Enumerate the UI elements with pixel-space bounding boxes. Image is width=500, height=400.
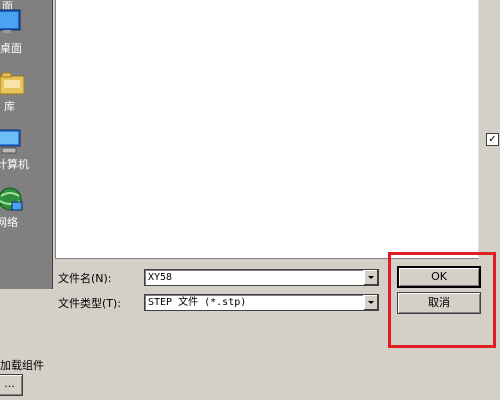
file-name-label: 文件名(N):	[58, 272, 112, 285]
cancel-button[interactable]: 取消	[397, 292, 481, 314]
library-icon	[0, 72, 25, 95]
chevron-down-icon[interactable]	[363, 270, 378, 285]
file-type-label: 文件类型(T):	[58, 297, 122, 310]
places-item-library[interactable]: 库	[0, 70, 53, 120]
places-item-label: 桌面	[0, 42, 22, 55]
file-name-combobox[interactable]: XY58	[144, 269, 379, 286]
places-item-label: 库	[4, 100, 15, 113]
places-item-desktop[interactable]: 桌面	[0, 8, 53, 58]
chevron-down-icon[interactable]	[363, 295, 378, 310]
file-type-select[interactable]: STEP 文件 (*.stp)	[144, 294, 379, 311]
addin-browse-button[interactable]: ...	[0, 374, 23, 396]
places-item-label: 网络	[0, 216, 18, 229]
computer-icon	[0, 129, 21, 154]
network-icon	[0, 187, 23, 211]
checkbox-check-icon: ✓	[488, 134, 497, 145]
file-name-input[interactable]: XY58	[148, 270, 172, 285]
places-item-label: 计算机	[0, 158, 29, 171]
right-panel-edge	[480, 0, 500, 400]
desktop-icon	[0, 9, 21, 33]
places-item-network[interactable]: 网络	[0, 186, 53, 236]
file-list[interactable]	[55, 0, 479, 259]
places-item-computer[interactable]: 计算机	[0, 128, 53, 178]
file-type-value: STEP 文件 (*.stp)	[148, 297, 247, 308]
checkbox[interactable]: ✓	[486, 133, 499, 146]
places-bar: 面 桌面 库 计算机 网络	[0, 0, 53, 289]
ok-button[interactable]: OK	[397, 266, 481, 288]
addin-label: 加载组件	[0, 359, 44, 372]
